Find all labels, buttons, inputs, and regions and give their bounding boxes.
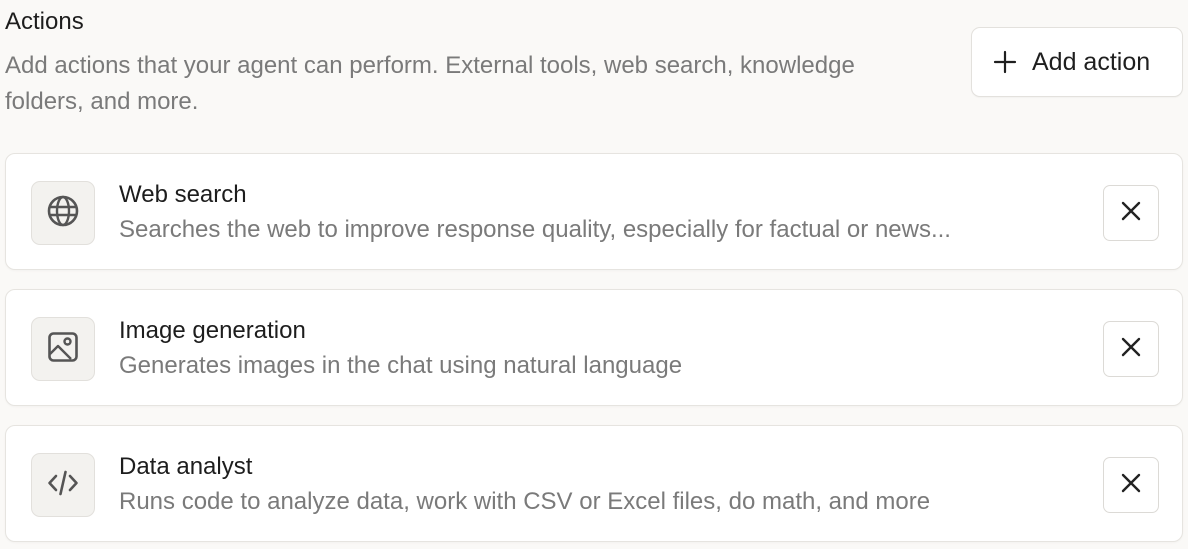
add-action-button[interactable]: Add action xyxy=(971,27,1183,97)
action-card-data-analyst: Data analyst Runs code to analyze data, … xyxy=(5,425,1183,542)
image-icon xyxy=(46,330,80,369)
section-description: Add actions that your agent can perform.… xyxy=(5,52,855,115)
action-icon-tile xyxy=(31,181,95,245)
globe-icon xyxy=(46,194,80,233)
action-title: Web search xyxy=(119,181,247,208)
remove-action-button[interactable] xyxy=(1103,185,1159,241)
remove-action-button[interactable] xyxy=(1103,457,1159,513)
action-description: Runs code to analyze data, work with CSV… xyxy=(119,488,931,515)
close-icon xyxy=(1119,471,1143,500)
action-icon-tile xyxy=(31,453,95,517)
action-description: Generates images in the chat using natur… xyxy=(119,352,683,379)
add-action-label: Add action xyxy=(1032,47,1151,76)
action-card-image-generation: Image generation Generates images in the… xyxy=(5,289,1183,406)
action-title: Image generation xyxy=(119,317,306,344)
close-icon xyxy=(1119,199,1143,228)
remove-action-button[interactable] xyxy=(1103,321,1159,377)
action-icon-tile xyxy=(31,317,95,381)
close-icon xyxy=(1119,335,1143,364)
plus-icon xyxy=(992,49,1018,75)
actions-panel: Actions Add actions that your agent can … xyxy=(0,0,1188,549)
action-description: Searches the web to improve response qua… xyxy=(119,216,951,243)
section-title: Actions xyxy=(5,8,84,35)
action-card-web-search: Web search Searches the web to improve r… xyxy=(5,153,1183,270)
actions-header: Actions Add actions that your agent can … xyxy=(5,0,1183,130)
code-icon xyxy=(46,466,80,505)
action-title: Data analyst xyxy=(119,453,253,480)
